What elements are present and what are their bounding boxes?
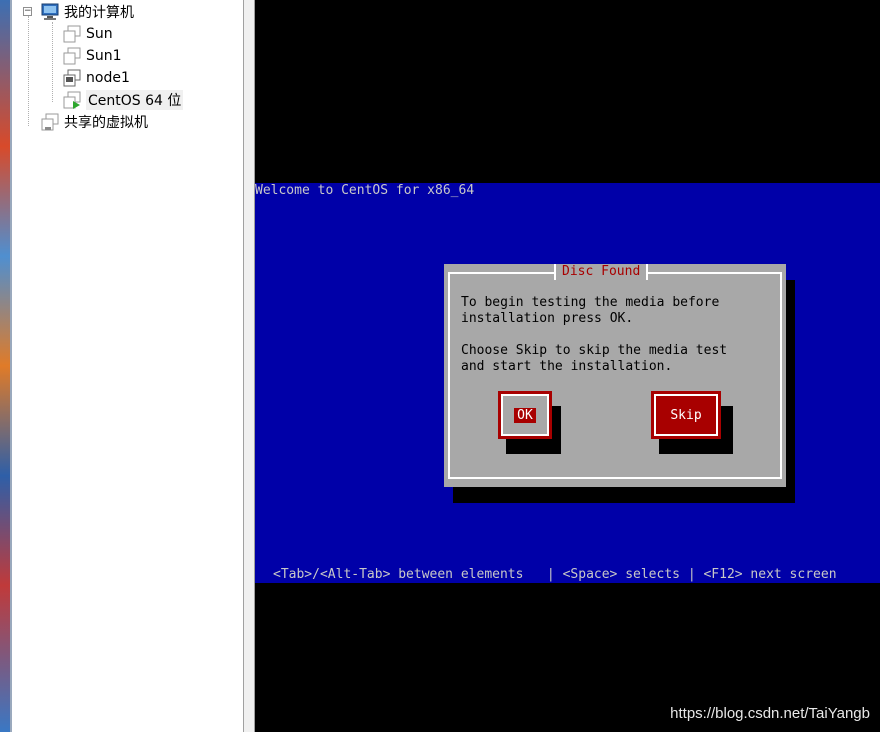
dialog-text-test-media: To begin testing the media before instal… xyxy=(461,295,720,326)
dialog-text-skip: Choose Skip to skip the media test and s… xyxy=(461,343,728,374)
panel-splitter[interactable] xyxy=(243,0,255,732)
tree-item-label: 我的计算机 xyxy=(64,5,134,21)
tree-item-label: 共享的虚拟机 xyxy=(64,115,148,131)
background-window-strip xyxy=(0,0,12,732)
skip-button[interactable]: Skip xyxy=(651,391,721,439)
collapse-toggle[interactable]: − xyxy=(23,7,32,16)
watermark-text: https://blog.csdn.net/TaiYangb xyxy=(670,705,870,722)
tree-item-label: CentOS 64 位 xyxy=(86,90,184,110)
tree-item-vm-node1[interactable]: node1 xyxy=(62,67,130,89)
tree-item-vm-centos[interactable]: CentOS 64 位 xyxy=(62,89,184,111)
tree-item-vm-sun1[interactable]: Sun1 xyxy=(62,45,122,67)
tree-connector xyxy=(28,16,29,126)
vm-icon xyxy=(63,25,81,43)
tree-item-shared-vms[interactable]: 共享的虚拟机 xyxy=(40,111,148,133)
tree-item-vm-sun[interactable]: Sun xyxy=(62,23,113,45)
ok-button[interactable]: OK xyxy=(498,391,552,439)
tree-connector xyxy=(52,22,53,102)
tree-item-my-computer[interactable]: − 我的计算机 xyxy=(12,1,243,23)
computer-icon xyxy=(41,3,59,20)
welcome-text: Welcome to CentOS for x86_64 xyxy=(255,183,475,198)
keyboard-help-line: <Tab>/<Alt-Tab> between elements | <Spac… xyxy=(273,567,837,582)
dialog-title: Disc Found xyxy=(554,264,649,280)
vm-library-tree[interactable]: − 我的计算机 Sun Sun1 node1 CentOS 64 位 共享的虚拟… xyxy=(12,0,243,732)
shared-vm-icon xyxy=(41,113,59,131)
vm-icon xyxy=(63,47,81,65)
tree-item-label: node1 xyxy=(86,70,130,86)
ok-button-label: OK xyxy=(514,407,536,423)
skip-button-label: Skip xyxy=(654,394,718,436)
vm-powered-on-icon xyxy=(63,91,81,109)
vm-console[interactable]: Welcome to CentOS for x86_64 Disc Found … xyxy=(255,0,880,732)
vm-running-icon xyxy=(63,69,81,87)
disc-found-dialog: Disc Found To begin testing the media be… xyxy=(444,264,786,487)
installer-screen: Welcome to CentOS for x86_64 Disc Found … xyxy=(255,183,880,583)
tree-item-label: Sun xyxy=(86,26,113,42)
tree-item-label: Sun1 xyxy=(86,48,122,64)
